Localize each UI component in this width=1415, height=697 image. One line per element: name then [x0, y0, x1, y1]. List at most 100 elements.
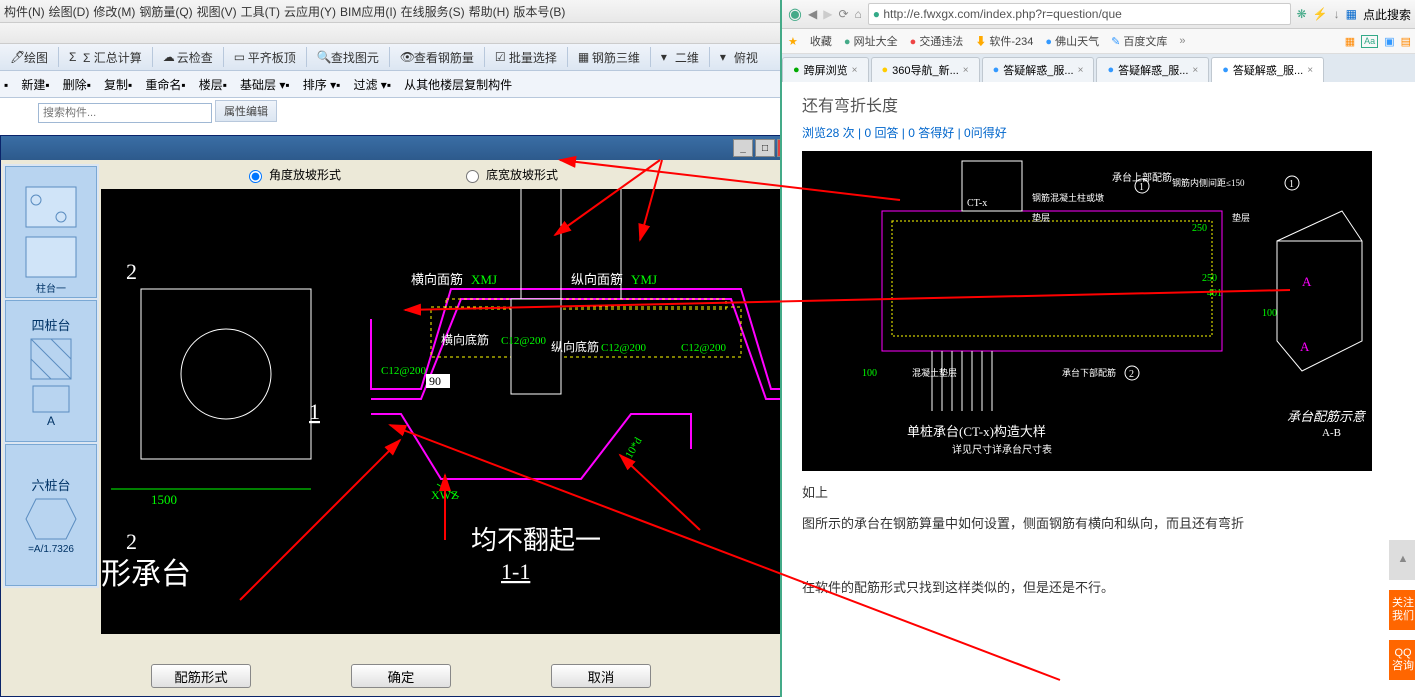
toolbar-button[interactable]: ▦ 钢筋三维: [572, 46, 646, 68]
browser-tab[interactable]: ●答疑解惑_服...×: [1096, 57, 1209, 82]
cad-canvas-main: 2 1 2 1500 横向面筋 XMJ 纵向面筋 YMJ 横向底筋 C12@20…: [101, 189, 793, 634]
radio-width[interactable]: 底宽放坡形式: [461, 166, 558, 183]
svg-text:1-1: 1-1: [501, 559, 530, 584]
toolbar-button[interactable]: ▪ 楼层: [181, 76, 222, 93]
svg-text:XWZ: XWZ: [431, 488, 458, 502]
reload-icon[interactable]: ⟳: [838, 7, 848, 21]
svg-text:1: 1: [1289, 179, 1294, 190]
svg-text:单桩承台(CT-x)构造大样: 单桩承台(CT-x)构造大样: [907, 424, 1046, 439]
cad-reference-image: 承台上部配筋 1 钢筋混凝土柱或墩 钢筋内侧间距≤150 1 垫层 垫层 250…: [802, 151, 1372, 471]
toolbar-button[interactable]: ▭ 平齐板顶: [228, 46, 302, 68]
bolt-icon[interactable]: ⚡: [1313, 7, 1328, 21]
toolbar-button[interactable]: ▾ 二维: [655, 46, 705, 68]
toolbar-button[interactable]: 👁 查看钢筋量: [394, 46, 480, 68]
search-link[interactable]: 点此搜索: [1363, 6, 1411, 23]
browser-tab[interactable]: ●跨屏浏览×: [782, 57, 869, 82]
svg-text:承台下部配筋: 承台下部配筋: [1062, 367, 1116, 378]
menu-item[interactable]: 构件(N): [4, 3, 45, 20]
close-tab-icon[interactable]: ×: [1192, 65, 1198, 76]
svg-text:401: 401: [1207, 288, 1222, 299]
svg-text:纵向面筋: 纵向面筋: [571, 272, 623, 287]
browser-tab[interactable]: ●答疑解惑_服...×: [1211, 57, 1324, 82]
toolbar-button[interactable]: ▪ 新建: [4, 76, 45, 93]
toolbar-button[interactable]: 🔍 查找图元: [311, 46, 385, 68]
rebar-type-button[interactable]: 配筋形式: [151, 664, 251, 688]
toolbar-icon[interactable]: ▣: [1384, 35, 1394, 48]
menu-item[interactable]: 云应用(Y): [284, 3, 336, 20]
fav-item[interactable]: ✎ 百度文库: [1111, 33, 1167, 49]
more-icon[interactable]: »: [1179, 35, 1185, 47]
menu-item[interactable]: 在线服务(S): [401, 3, 465, 20]
close-tab-icon[interactable]: ×: [963, 65, 969, 76]
home-icon[interactable]: ⌂: [855, 7, 862, 21]
toolbar-button[interactable]: ▾ 俯视: [714, 46, 764, 68]
svg-text:钢筋混凝土柱或墩: 钢筋混凝土柱或墩: [1032, 192, 1104, 203]
toolbar-button[interactable]: ▪ 删除: [45, 76, 86, 93]
svg-text:1: 1: [1139, 182, 1144, 193]
back-icon[interactable]: ◀: [808, 7, 817, 21]
svg-text:C12@200: C12@200: [381, 365, 426, 377]
favorites-bar: ★收藏 ● 网址大全 ● 交通违法 ⬇ 软件-234 ● 佛山天气 ✎ 百度文库…: [782, 29, 1415, 54]
close-tab-icon[interactable]: ×: [1078, 65, 1084, 76]
close-tab-icon[interactable]: ×: [852, 65, 858, 76]
browser-tab[interactable]: ●答疑解惑_服...×: [982, 57, 1095, 82]
toolbar-button[interactable]: ☑ 批量选择: [489, 46, 563, 68]
qq-button[interactable]: QQ 咨询: [1389, 640, 1415, 680]
forward-icon[interactable]: ▶: [823, 7, 832, 21]
menu-item[interactable]: 版本号(B): [513, 3, 565, 20]
cancel-button[interactable]: 取消: [551, 664, 651, 688]
toolbar-button[interactable]: ▪ 基础层 ▾: [223, 76, 286, 93]
thumb-2[interactable]: 四桩台 A: [5, 300, 97, 442]
ok-button[interactable]: 确定: [351, 664, 451, 688]
browser-tab[interactable]: ●360导航_新...×: [871, 57, 980, 82]
svg-text:垫层: 垫层: [1232, 212, 1250, 223]
svg-text:250: 250: [1202, 273, 1217, 284]
radio-angle[interactable]: 角度放坡形式: [244, 166, 341, 183]
svg-text:1500: 1500: [151, 492, 177, 507]
close-tab-icon[interactable]: ×: [1307, 65, 1313, 76]
menu-item[interactable]: 钢筋量(Q): [139, 3, 192, 20]
scroll-top-button[interactable]: ▲: [1389, 540, 1415, 580]
toolbar-button[interactable]: ▪ 重命名: [128, 76, 181, 93]
toolbar-button[interactable]: ▪ 过滤 ▾: [336, 76, 387, 93]
toolbar-icon[interactable]: Aa: [1361, 35, 1378, 48]
shield-icon[interactable]: ◉: [788, 4, 802, 24]
url-field[interactable]: ● http://e.fwxgx.com/index.php?r=questio…: [868, 3, 1291, 25]
svg-text:钢筋内侧间距≤150: 钢筋内侧间距≤150: [1172, 177, 1245, 188]
menu-item[interactable]: 视图(V): [197, 3, 237, 20]
svg-text:2: 2: [126, 259, 137, 284]
menu-item[interactable]: 绘图(D): [49, 3, 90, 20]
search-input[interactable]: [38, 103, 212, 123]
ext-icon[interactable]: ❋: [1297, 7, 1307, 21]
toolbar-button[interactable]: ☁ 云检查: [157, 46, 219, 68]
minimize-button[interactable]: _: [733, 139, 753, 157]
svg-text:XMJ: XMJ: [471, 272, 497, 287]
grid-icon[interactable]: ▦: [1346, 7, 1357, 21]
thumb-3[interactable]: 六桩台 =A/1.7326: [5, 444, 97, 586]
fav-item[interactable]: ⬇ 软件-234: [975, 33, 1033, 49]
thumb-1[interactable]: 柱台一: [5, 166, 97, 298]
menu-item[interactable]: 帮助(H): [469, 3, 510, 20]
toolbar-button[interactable]: 🖊 绘图: [4, 46, 54, 68]
maximize-button[interactable]: □: [755, 139, 775, 157]
toolbar-button[interactable]: ▪ 复制: [87, 76, 128, 93]
fav-item[interactable]: ● 佛山天气: [1045, 33, 1099, 49]
down-icon[interactable]: ↓: [1334, 7, 1340, 21]
toolbar-button[interactable]: Σ Σ 汇总计算: [63, 46, 148, 68]
toolbar-button[interactable]: ▪ 从其他楼层复制构件: [387, 76, 512, 93]
follow-button[interactable]: 关注 我们: [1389, 590, 1415, 630]
toolbar-icon[interactable]: ▤: [1401, 35, 1411, 48]
svg-text:C12@200: C12@200: [681, 342, 726, 354]
menu-item[interactable]: 修改(M): [93, 3, 135, 20]
fav-item[interactable]: ● 交通违法: [910, 33, 964, 49]
toolbar-icon[interactable]: ▦: [1345, 35, 1355, 48]
svg-text:A-B: A-B: [1322, 427, 1341, 439]
menu-item[interactable]: BIM应用(I): [340, 3, 397, 20]
menu-item[interactable]: 工具(T): [241, 3, 280, 20]
toolbar-button[interactable]: ▪ 排序 ▾: [285, 76, 336, 93]
svg-text:100: 100: [862, 368, 877, 379]
fav-item[interactable]: ● 网址大全: [844, 33, 898, 49]
thumbnail-column: 柱台一 四桩台 A 六桩台 =A/1.7326: [3, 164, 99, 588]
page-content: 还有弯折长度 浏览28 次 | 0 回答 | 0 答得好 | 0问得好 承台上部…: [782, 82, 1415, 617]
svg-text:C12@200: C12@200: [601, 342, 646, 354]
